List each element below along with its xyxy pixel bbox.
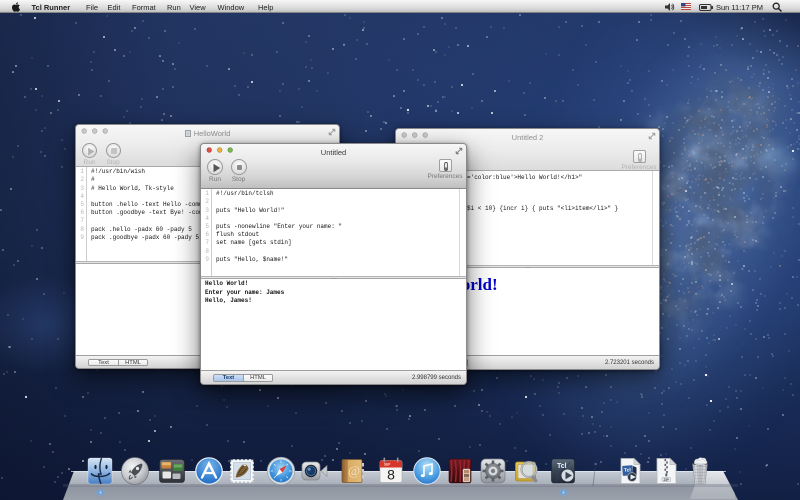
svg-text:@: @ [348, 463, 360, 478]
svg-text:ZIP: ZIP [664, 478, 670, 482]
svg-text:ZIP: ZIP [664, 490, 670, 494]
svg-text:@: @ [348, 494, 360, 500]
svg-text:Tcl: Tcl [557, 463, 567, 470]
svg-text:8: 8 [387, 490, 395, 500]
svg-text:8: 8 [387, 467, 395, 483]
